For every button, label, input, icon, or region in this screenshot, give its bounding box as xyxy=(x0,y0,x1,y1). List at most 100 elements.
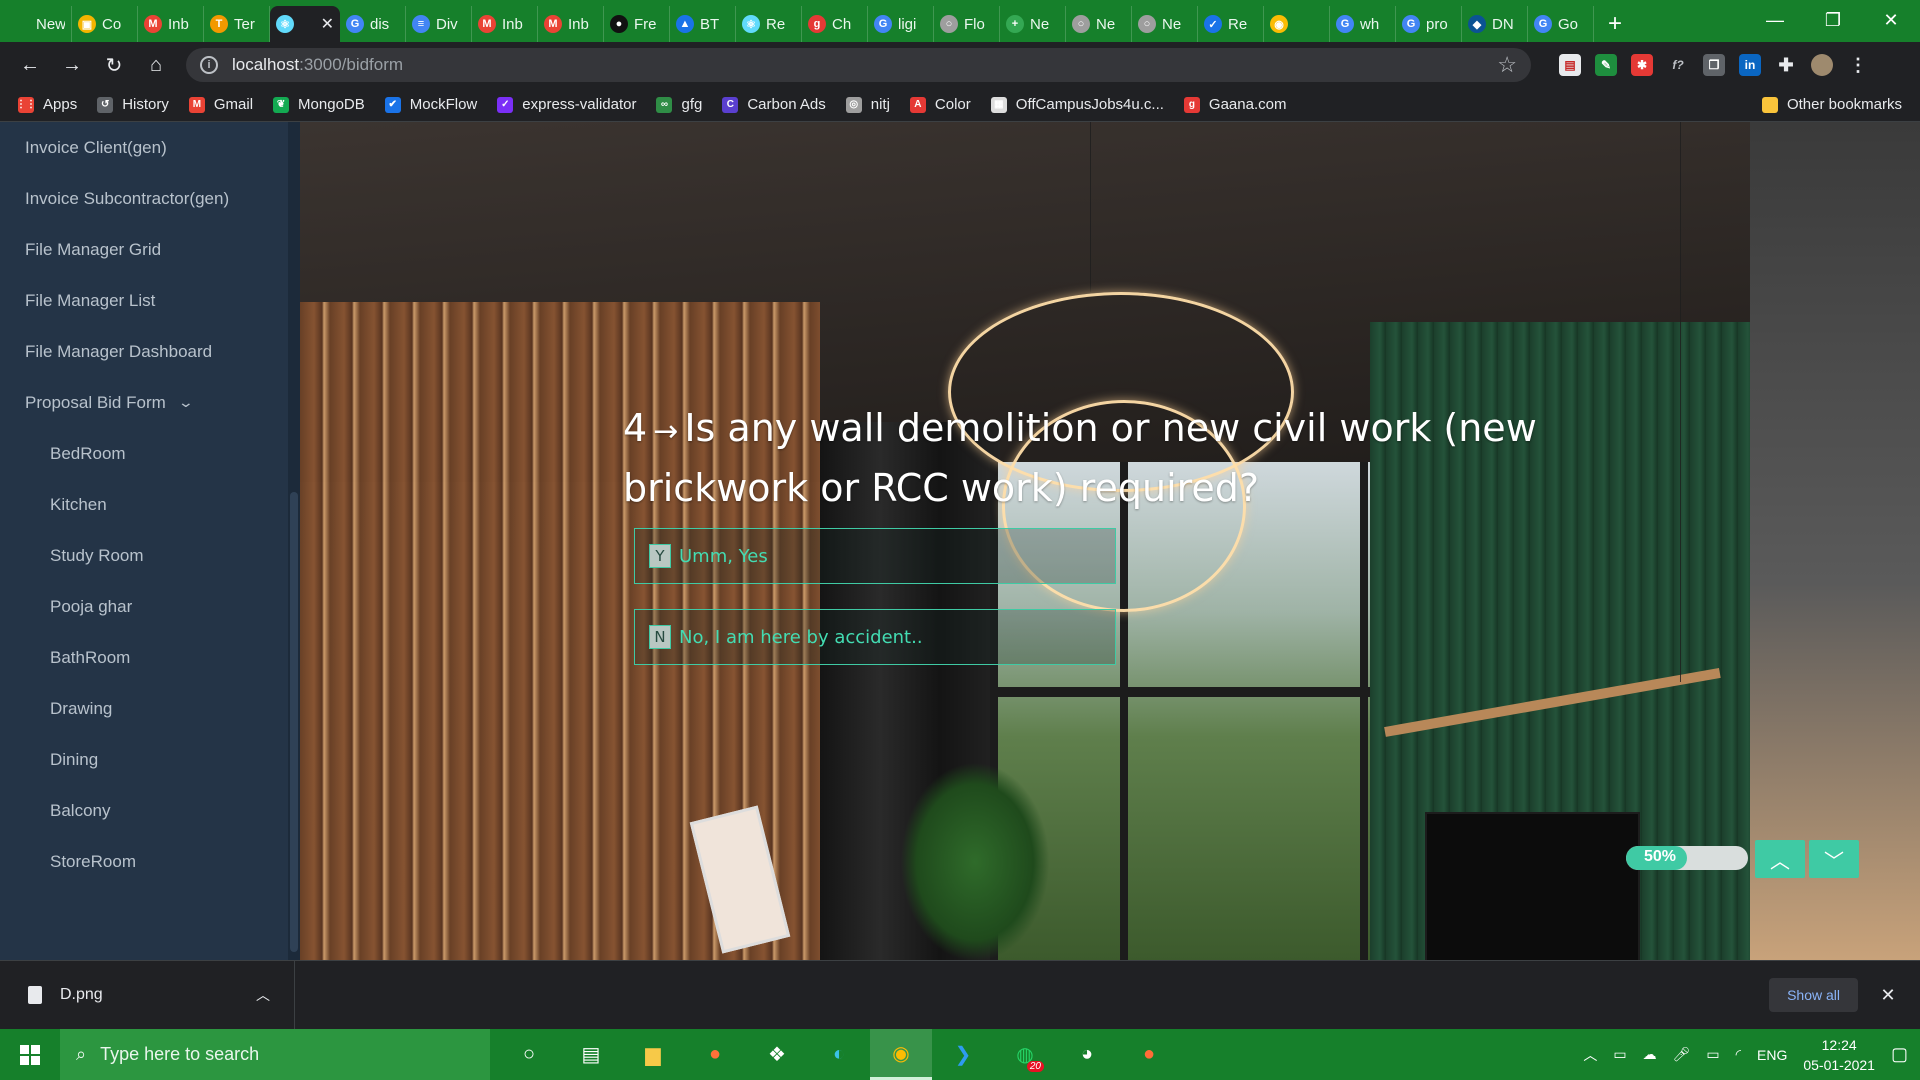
close-window-button[interactable]: ✕ xyxy=(1862,0,1920,40)
browser-tab[interactable]: ○ Ne xyxy=(1132,6,1198,42)
extension-bug-icon[interactable]: ✱ xyxy=(1631,54,1653,76)
dropbox-icon[interactable]: ❖ xyxy=(746,1029,808,1080)
browser-tab[interactable]: ◉ xyxy=(1264,6,1330,42)
sidebar-item[interactable]: File Manager Dashboard xyxy=(0,326,300,377)
sidebar-item[interactable]: Dining xyxy=(0,734,300,785)
browser-tab[interactable]: M Inb xyxy=(472,6,538,42)
show-all-button[interactable]: Show all xyxy=(1769,978,1858,1012)
choice-yes[interactable]: Y Umm, Yes xyxy=(634,528,1116,584)
sidebar-item[interactable]: Study Room xyxy=(0,530,300,581)
extension-formula-icon[interactable]: f? xyxy=(1667,54,1689,76)
browser-tab[interactable]: ≡ Div xyxy=(406,6,472,42)
extension-copy-icon[interactable]: ❐ xyxy=(1703,54,1725,76)
sidebar-item[interactable]: BedRoom xyxy=(0,428,300,479)
meet-now-icon[interactable]: ▭ xyxy=(1613,1046,1626,1063)
browser-tab[interactable]: ✓ Re xyxy=(1198,6,1264,42)
sidebar-item[interactable]: Kitchen xyxy=(0,479,300,530)
back-button[interactable]: ← xyxy=(12,47,48,83)
sidebar-item[interactable]: File Manager Grid xyxy=(0,224,300,275)
next-question-button[interactable]: ﹀ xyxy=(1809,840,1859,878)
url-text[interactable]: localhost:3000/bidform xyxy=(232,55,1483,75)
bookmark-item[interactable]: M Gmail xyxy=(188,96,253,113)
sidebar-item[interactable]: Drawing xyxy=(0,683,300,734)
bookmark-item[interactable]: ✓ express-validator xyxy=(497,96,636,113)
previous-question-button[interactable]: ︿ xyxy=(1755,840,1805,878)
sidebar-item[interactable]: BathRoom xyxy=(0,632,300,683)
cortana-icon[interactable]: ○ xyxy=(498,1029,560,1080)
download-item[interactable]: D.png ︿ xyxy=(0,960,295,1030)
browser-tab[interactable]: T Ter xyxy=(204,6,270,42)
browser-tab[interactable]: ○ Flo xyxy=(934,6,1000,42)
browser-tab[interactable]: Gligi xyxy=(868,6,934,42)
browser-tab[interactable]: ○ Ne xyxy=(1066,6,1132,42)
minimize-button[interactable]: — xyxy=(1746,0,1804,40)
bookmark-item[interactable]: ◎ nitj xyxy=(845,96,890,113)
browser-tab[interactable]: Gpro xyxy=(1396,6,1462,42)
browser-tab[interactable]: New Ta xyxy=(6,6,72,42)
bookmark-star-icon[interactable]: ☆ xyxy=(1497,52,1517,78)
sidebar-item[interactable]: Invoice Client(gen) xyxy=(0,122,300,173)
bookmark-item[interactable]: C Carbon Ads xyxy=(722,96,826,113)
extension-linkedin-icon[interactable]: in xyxy=(1739,54,1761,76)
browser-tab[interactable]: g Ch xyxy=(802,6,868,42)
bookmark-item[interactable]: g Gaana.com xyxy=(1183,96,1286,113)
wifi-icon[interactable]: ◜ xyxy=(1736,1046,1741,1063)
tab-close-icon[interactable]: ✕ xyxy=(321,14,334,34)
tab-active[interactable]: ⚛ ✕ xyxy=(270,6,340,42)
chevron-down-icon[interactable]: ⌄ xyxy=(177,394,193,411)
browser-tab[interactable]: M Inb xyxy=(138,6,204,42)
battery-icon[interactable]: ▭ xyxy=(1706,1046,1719,1063)
clock[interactable]: 12:24 05-01-2021 xyxy=(1803,1035,1875,1075)
chrome-icon[interactable]: ◉ xyxy=(870,1029,932,1080)
bookmark-item[interactable]: ∞ gfg xyxy=(656,96,702,113)
bookmark-item[interactable]: A Color xyxy=(909,96,971,113)
browser-tab[interactable]: ▲ BT xyxy=(670,6,736,42)
sidebar-item[interactable]: Proposal Bid Form ⌄ xyxy=(0,377,300,428)
browser-tab[interactable]: + Ne xyxy=(1000,6,1066,42)
bookmark-item[interactable]: ❦ MongoDB xyxy=(273,96,365,113)
whatsapp-icon[interactable]: ◍ 20 xyxy=(994,1029,1056,1080)
browser-tab[interactable]: G Go xyxy=(1528,6,1594,42)
browser-tab[interactable]: ⚛ Re xyxy=(736,6,802,42)
browser-tab[interactable]: ◆ DN xyxy=(1462,6,1528,42)
home-button[interactable]: ⌂ xyxy=(138,47,174,83)
browser-tab[interactable]: Gwh xyxy=(1330,6,1396,42)
extension-clipper-icon[interactable]: ▤ xyxy=(1559,54,1581,76)
sidebar-item[interactable]: Pooja ghar xyxy=(0,581,300,632)
browser-tab[interactable]: ● Fre xyxy=(604,6,670,42)
bookmark-item[interactable]: ⋮⋮ Apps xyxy=(16,96,77,113)
address-bar[interactable]: i localhost:3000/bidform ☆ xyxy=(186,48,1531,82)
taskbar-search[interactable]: ⌕ Type here to search xyxy=(60,1029,490,1080)
sidebar-item[interactable]: Balcony xyxy=(0,785,300,836)
browser-tab[interactable]: Gdis xyxy=(340,6,406,42)
other-bookmarks[interactable]: Other bookmarks xyxy=(1761,96,1902,113)
extensions-puzzle-icon[interactable]: ✚ xyxy=(1775,54,1797,76)
browser-tab[interactable]: ▣ Co xyxy=(72,6,138,42)
microphone-icon[interactable]: 🎤︎ xyxy=(1673,1046,1691,1063)
browser-menu-icon[interactable]: ⋮ xyxy=(1847,54,1869,76)
github-icon[interactable]: ◕ xyxy=(1056,1029,1118,1080)
scrollbar-thumb[interactable] xyxy=(290,492,298,952)
site-info-icon[interactable]: i xyxy=(200,56,218,74)
sidebar-item[interactable]: StoreRoom xyxy=(0,836,300,887)
show-hidden-icons-chevron-icon[interactable]: ︿ xyxy=(1583,1045,1597,1065)
browser-tab[interactable]: M Inb xyxy=(538,6,604,42)
forward-button[interactable]: → xyxy=(54,47,90,83)
language-indicator[interactable]: ENG xyxy=(1757,1047,1787,1063)
new-tab-button[interactable]: + xyxy=(1594,6,1636,42)
task-view-icon[interactable]: ▤ xyxy=(560,1029,622,1080)
start-button[interactable] xyxy=(0,1029,60,1080)
sidebar-item[interactable]: Invoice Subcontractor(gen) xyxy=(0,173,300,224)
sidebar-item[interactable]: File Manager List xyxy=(0,275,300,326)
maximize-button[interactable]: ❐ xyxy=(1804,0,1862,40)
vscode-icon[interactable]: ❯ xyxy=(932,1029,994,1080)
edge-icon[interactable]: ◐ xyxy=(808,1029,870,1080)
profile-avatar[interactable] xyxy=(1811,54,1833,76)
bookmark-item[interactable]: ✔ MockFlow xyxy=(384,96,477,113)
notifications-icon[interactable]: ▢ xyxy=(1891,1044,1908,1065)
close-downloads-icon[interactable]: ✕ xyxy=(1866,985,1910,1006)
firefox-icon[interactable]: ● xyxy=(684,1029,746,1080)
download-options-chevron-icon[interactable]: ︿ xyxy=(256,985,270,1005)
bookmark-item[interactable]: ↺ History xyxy=(97,96,169,113)
onedrive-icon[interactable]: ☁ xyxy=(1643,1046,1657,1063)
